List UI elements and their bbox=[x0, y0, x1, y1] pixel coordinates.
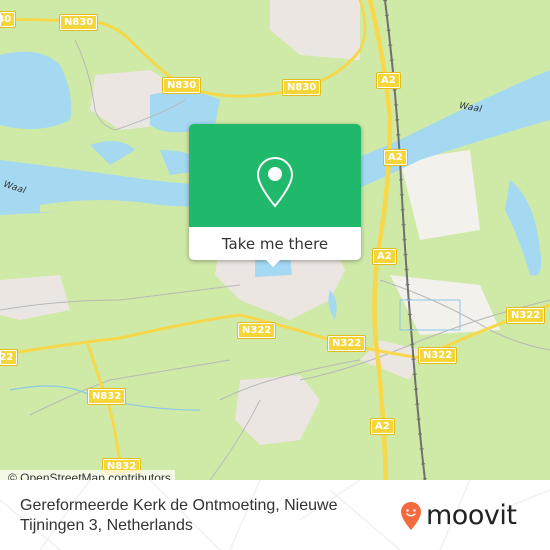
footer: Gereformeerde Kerk de Ontmoeting, Nieuwe… bbox=[0, 480, 550, 550]
road-shield-label: A2 bbox=[375, 421, 390, 432]
urban-area bbox=[235, 375, 320, 445]
take-me-there-button[interactable]: Take me there bbox=[189, 227, 361, 260]
urban-area bbox=[360, 340, 420, 380]
road-shield-label: N830 bbox=[287, 82, 317, 93]
road-n832 bbox=[86, 343, 122, 472]
minor-road bbox=[29, 359, 231, 416]
road-shield: N830 bbox=[281, 79, 322, 96]
road-shield-label: N830 bbox=[167, 80, 197, 91]
road-shield: N830 bbox=[58, 14, 99, 31]
map-pin-icon bbox=[256, 156, 294, 208]
road-shield-label: A2 bbox=[388, 152, 403, 163]
road-shield-label: N322 bbox=[242, 325, 272, 336]
moovit-wordmark: moovit bbox=[426, 500, 517, 531]
road-shield: N832 bbox=[86, 388, 127, 405]
take-me-there-label: Take me there bbox=[221, 234, 329, 253]
road-shield: N830 bbox=[0, 11, 17, 28]
road-shield: N322 bbox=[326, 335, 367, 352]
road-a2 bbox=[367, 0, 393, 480]
road-shield: N322 bbox=[417, 347, 458, 364]
road-shield: A2 bbox=[370, 418, 395, 435]
road-shield: N322 bbox=[236, 322, 277, 339]
road-shield-label: N830 bbox=[0, 14, 12, 25]
road-shield-label: N322 bbox=[511, 310, 541, 321]
road-shield-label: N830 bbox=[64, 17, 94, 28]
lake bbox=[0, 51, 72, 129]
popup-header bbox=[189, 124, 361, 227]
road-shield: A2 bbox=[372, 248, 397, 265]
urban-area bbox=[270, 0, 360, 60]
road-shield-label: A2 bbox=[381, 75, 396, 86]
moovit-pin-icon bbox=[401, 502, 421, 530]
road-shield: N322 bbox=[0, 349, 19, 366]
road-shield-label: A2 bbox=[377, 251, 392, 262]
moovit-logo[interactable]: moovit bbox=[400, 500, 517, 532]
map-view[interactable]: N830 N830 N830 N830 A2 A2 A2 A2 N322 N32… bbox=[0, 0, 550, 480]
lake bbox=[328, 290, 337, 320]
lake bbox=[90, 141, 135, 165]
road-shield: N322 bbox=[505, 307, 546, 324]
road-shield-label: N322 bbox=[332, 338, 362, 349]
road-shield-label: N322 bbox=[0, 352, 14, 363]
place-address: Gereformeerde Kerk de Ontmoeting, Nieuwe… bbox=[20, 497, 338, 534]
location-popup: Take me there bbox=[189, 124, 361, 267]
railway-ties bbox=[383, 0, 427, 480]
lake bbox=[505, 180, 542, 276]
road-shield-label: N832 bbox=[92, 391, 122, 402]
urban-area bbox=[0, 275, 70, 320]
road-shield: A2 bbox=[376, 72, 401, 89]
popup-pointer bbox=[265, 259, 281, 267]
road-shield-label: N322 bbox=[423, 350, 453, 361]
road-shield: N830 bbox=[161, 77, 202, 94]
road-n830-branch bbox=[358, 0, 367, 52]
map-attribution[interactable]: © OpenStreetMap contributors bbox=[0, 470, 175, 480]
road-shield: A2 bbox=[383, 149, 408, 166]
